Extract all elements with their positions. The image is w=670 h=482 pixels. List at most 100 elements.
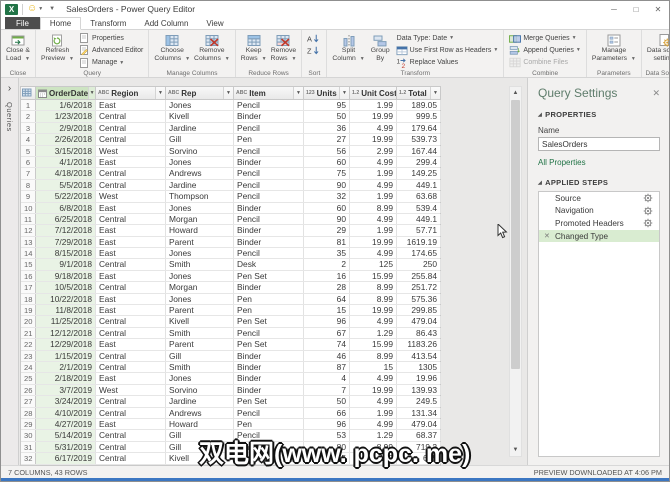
maximize-button[interactable]: □ <box>625 1 647 17</box>
tab-add-column[interactable]: Add Column <box>135 17 197 29</box>
grid-cell[interactable]: Howard <box>166 225 234 236</box>
applied-step-promoted-headers[interactable]: Promoted Headers <box>539 217 659 230</box>
grid-cell[interactable]: Central <box>96 213 166 225</box>
grid-cell[interactable]: Jones <box>166 100 234 111</box>
grid-cell[interactable]: 3/7/2019 <box>36 384 96 396</box>
grid-cell[interactable]: 19.99 <box>350 236 397 248</box>
grid-cell[interactable]: Central <box>96 327 166 339</box>
grid-cell[interactable]: 413.54 <box>397 350 441 361</box>
grid-cell[interactable]: East <box>96 100 166 111</box>
grid-cell[interactable]: Binder <box>234 350 304 361</box>
row-number[interactable]: 16 <box>21 270 36 282</box>
split-column-button[interactable]: Split Column ▼ <box>330 32 366 64</box>
grid-cell[interactable]: Sorvino <box>166 145 234 156</box>
grid-cell[interactable]: 19.99 <box>350 134 397 145</box>
grid-cell[interactable]: 4/10/2019 <box>36 407 96 418</box>
grid-cell[interactable]: 8.99 <box>350 282 397 293</box>
applied-step-navigation[interactable]: Navigation <box>539 205 659 218</box>
grid-cell[interactable]: 1.99 <box>350 168 397 179</box>
close-and-load-button[interactable]: Close & Load ▼ <box>4 32 32 64</box>
grid-cell[interactable]: 139.93 <box>397 384 441 396</box>
grid-cell[interactable]: 6/8/2018 <box>36 202 96 213</box>
grid-cell[interactable]: 1183.26 <box>397 339 441 350</box>
grid-cell[interactable]: 125 <box>350 259 397 270</box>
grid-cell[interactable]: 4.99 <box>350 373 397 384</box>
grid-cell[interactable]: Binder <box>234 156 304 168</box>
grid-cell[interactable]: West <box>96 191 166 202</box>
qat-customize-icon[interactable]: ▼ <box>49 6 55 12</box>
grid-cell[interactable]: 255.84 <box>397 270 441 282</box>
keep-rows-button[interactable]: Keep Rows ▼ <box>239 32 269 64</box>
grid-cell[interactable]: 299.85 <box>397 305 441 316</box>
grid-cell[interactable]: 63.68 <box>397 191 441 202</box>
grid-cell[interactable]: Central <box>96 453 166 464</box>
grid-cell[interactable]: Pencil <box>234 168 304 179</box>
grid-cell[interactable]: 1.99 <box>350 191 397 202</box>
grid-cell[interactable]: 4.99 <box>350 213 397 225</box>
row-number[interactable]: 22 <box>21 339 36 350</box>
grid-cell[interactable]: West <box>96 145 166 156</box>
grid-cell[interactable]: Binder <box>234 111 304 122</box>
grid-cell[interactable]: East <box>96 418 166 430</box>
grid-cell[interactable]: Central <box>96 350 166 361</box>
grid-cell[interactable]: Jardine <box>166 122 234 134</box>
properties-section-header[interactable]: ◢ PROPERTIES <box>538 110 660 119</box>
row-number[interactable]: 28 <box>21 407 36 418</box>
grid-cell[interactable]: Pen Set <box>234 396 304 407</box>
grid-cell[interactable]: Central <box>96 396 166 407</box>
filter-dropdown-icon[interactable]: ▼ <box>293 87 303 99</box>
row-number[interactable]: 7 <box>21 168 36 179</box>
grid-cell[interactable]: 999.5 <box>397 111 441 122</box>
grid-cell[interactable]: 4.99 <box>350 316 397 327</box>
grid-cell[interactable]: 60 <box>304 202 350 213</box>
grid-cell[interactable]: 19.99 <box>350 384 397 396</box>
grid-cell[interactable]: 46 <box>304 350 350 361</box>
grid-cell[interactable]: 19.96 <box>397 373 441 384</box>
grid-cell[interactable]: 96 <box>304 316 350 327</box>
grid-cell[interactable]: Smith <box>166 259 234 270</box>
grid-cell[interactable]: 4/27/2019 <box>36 418 96 430</box>
column-header-rep[interactable]: ABC Rep ▼ <box>166 87 234 99</box>
grid-cell[interactable]: 167.44 <box>397 145 441 156</box>
row-number[interactable]: 31 <box>21 441 36 453</box>
grid-cell[interactable]: 74 <box>304 339 350 350</box>
replace-values-button[interactable]: 1 2 Replace Values <box>394 57 501 69</box>
remove-rows-button[interactable]: Remove Rows ▼ <box>269 32 299 64</box>
grid-cell[interactable]: 1305 <box>397 361 441 373</box>
filter-dropdown-icon[interactable]: ▼ <box>88 87 95 99</box>
grid-cell[interactable]: 1/23/2018 <box>36 111 96 122</box>
grid-cell[interactable]: Pencil <box>234 122 304 134</box>
row-number[interactable]: 15 <box>21 259 36 270</box>
tab-file[interactable]: File <box>5 17 40 29</box>
grid-cell[interactable]: Jardine <box>166 396 234 407</box>
grid-cell[interactable]: 15 <box>350 361 397 373</box>
advanced-editor-button[interactable]: Advanced Editor <box>76 44 145 56</box>
applied-step-source[interactable]: Source <box>539 192 659 205</box>
table-corner-menu[interactable] <box>21 87 36 99</box>
grid-cell[interactable]: 3/15/2018 <box>36 145 96 156</box>
grid-cell[interactable]: 2/1/2019 <box>36 361 96 373</box>
vertical-scrollbar[interactable]: ▲ ▼ <box>509 86 522 457</box>
grid-cell[interactable]: 1.99 <box>350 100 397 111</box>
row-number[interactable]: 13 <box>21 236 36 248</box>
grid-cell[interactable]: Parent <box>166 339 234 350</box>
row-number[interactable]: 19 <box>21 305 36 316</box>
row-number[interactable]: 10 <box>21 202 36 213</box>
column-header-region[interactable]: ABC Region ▼ <box>96 87 166 99</box>
row-number[interactable]: 5 <box>21 145 36 156</box>
grid-cell[interactable]: 81 <box>304 236 350 248</box>
grid-cell[interactable]: 6/25/2018 <box>36 213 96 225</box>
tab-view[interactable]: View <box>197 17 232 29</box>
grid-cell[interactable]: 449.1 <box>397 179 441 191</box>
grid-cell[interactable]: Pencil <box>234 179 304 191</box>
expand-queries-chevron-icon[interactable]: › <box>8 84 11 94</box>
chevron-down-icon[interactable]: ▼ <box>38 6 43 12</box>
grid-cell[interactable]: 90 <box>304 213 350 225</box>
group-by-button[interactable]: Group By <box>367 32 394 63</box>
grid-cell[interactable]: 56 <box>304 145 350 156</box>
row-number[interactable]: 20 <box>21 316 36 327</box>
grid-cell[interactable]: 2.99 <box>350 145 397 156</box>
grid-cell[interactable]: Morgan <box>166 213 234 225</box>
grid-cell[interactable]: 11/25/2018 <box>36 316 96 327</box>
grid-cell[interactable]: 4.99 <box>350 396 397 407</box>
